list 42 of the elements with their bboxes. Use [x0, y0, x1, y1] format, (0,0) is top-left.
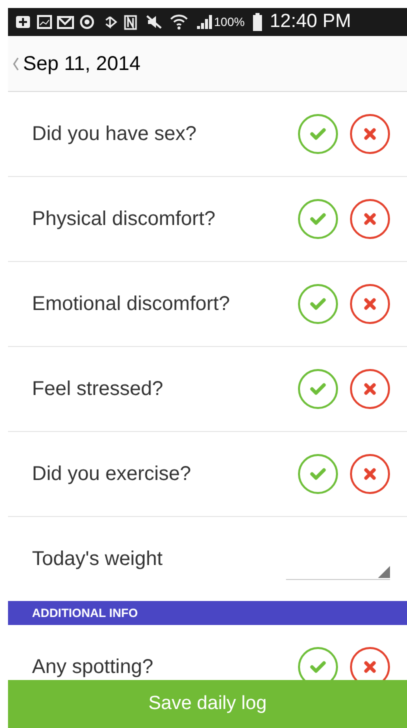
question-label: Did you exercise?	[32, 462, 191, 487]
battery-percent: 100%	[214, 14, 245, 31]
mute-icon	[146, 14, 162, 30]
back-chevron-icon[interactable]	[12, 56, 20, 70]
battery-icon	[252, 13, 262, 31]
no-button[interactable]	[350, 114, 390, 154]
no-button[interactable]	[350, 369, 390, 409]
question-label: Feel stressed?	[32, 377, 164, 402]
signal-icon	[196, 14, 212, 30]
check-icon	[310, 468, 326, 480]
yes-button[interactable]	[298, 114, 338, 154]
date-title: Sep 11, 2014	[23, 52, 141, 76]
yes-button[interactable]	[298, 199, 338, 239]
question-label: Emotional discomfort?	[32, 292, 230, 317]
no-button[interactable]	[350, 199, 390, 239]
check-icon	[310, 383, 326, 395]
check-icon	[310, 213, 326, 225]
close-icon	[364, 298, 376, 310]
no-button[interactable]	[350, 284, 390, 324]
no-button[interactable]	[350, 647, 390, 680]
save-daily-log-button[interactable]: Save daily log	[8, 680, 407, 728]
yes-button[interactable]	[298, 454, 338, 494]
check-icon	[310, 298, 326, 310]
close-icon	[364, 468, 376, 480]
dropdown-corner-icon	[378, 566, 390, 578]
clock-time: 12:40 PM	[270, 10, 352, 34]
no-button[interactable]	[350, 454, 390, 494]
question-label: Physical discomfort?	[32, 207, 216, 232]
close-icon	[364, 128, 376, 140]
question-label: Any spotting?	[32, 655, 154, 680]
close-icon	[364, 661, 376, 673]
check-icon	[310, 661, 326, 673]
question-label: Did you have sex?	[32, 122, 197, 147]
yes-button[interactable]	[298, 369, 338, 409]
yes-button[interactable]	[298, 647, 338, 680]
close-icon	[364, 383, 376, 395]
section-title: ADDITIONAL INFO	[32, 605, 138, 622]
yes-button[interactable]	[298, 284, 338, 324]
close-icon	[364, 213, 376, 225]
question-label: Today's weight	[32, 547, 163, 572]
check-icon	[310, 128, 326, 140]
wifi-icon	[170, 14, 188, 30]
